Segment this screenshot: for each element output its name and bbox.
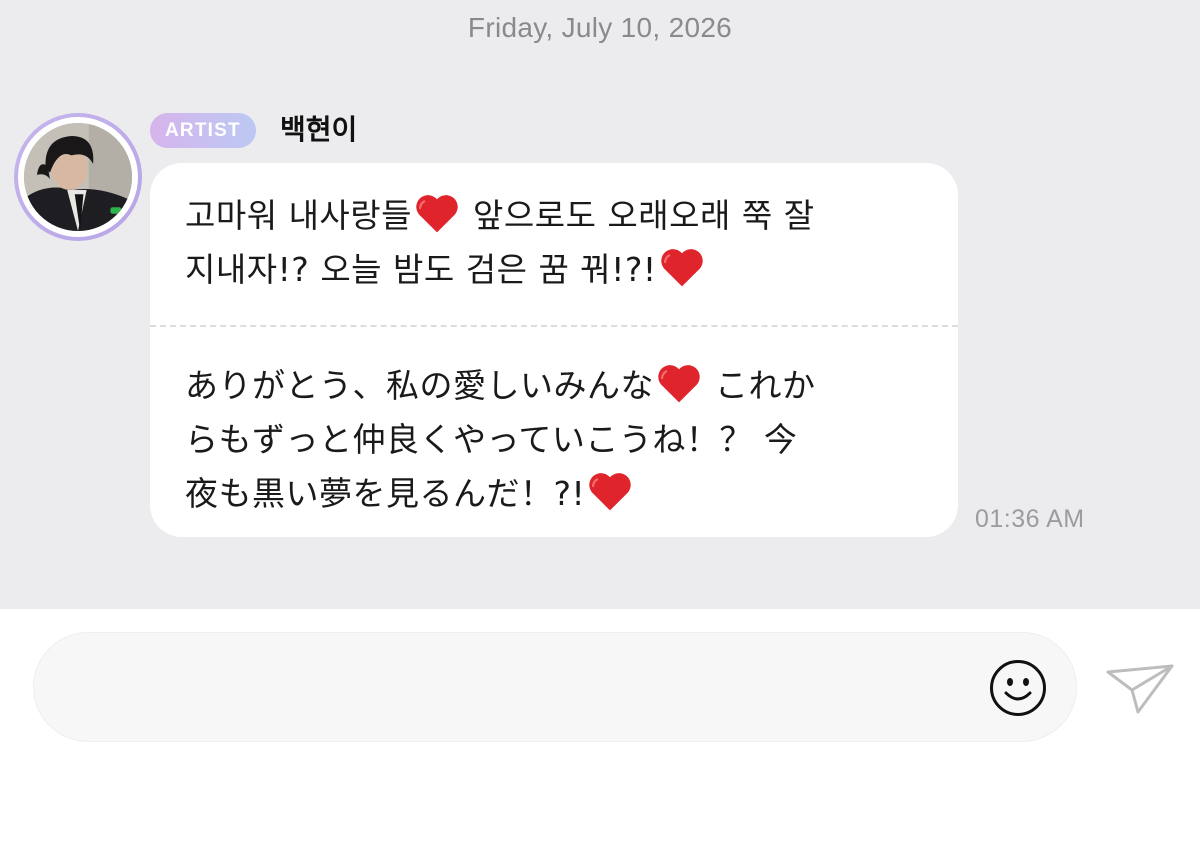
message-korean-text-3: 지내자!? 오늘 밤도 검은 꿈 꿔!?! — [185, 250, 657, 289]
sender-avatar[interactable] — [14, 113, 142, 241]
message-bubble[interactable]: 고마워 내사랑들 앞으로도 오래오래 쭉 잘 지내자!? 오늘 밤도 검은 꿈 … — [150, 163, 958, 537]
message-korean-text-2: 앞으로도 오래오래 쭉 잘 — [462, 196, 815, 235]
message-korean: 고마워 내사랑들 앞으로도 오래오래 쭉 잘 지내자!? 오늘 밤도 검은 꿈 … — [185, 189, 930, 297]
smiley-icon[interactable] — [989, 659, 1047, 717]
message-japanese-text-1: ありがとう、私の愛しいみんな — [185, 366, 654, 405]
heart-emoji-icon — [416, 195, 458, 233]
chat-area: Friday, July 10, 2026 ARTIST 백현이 고마워 내사랑… — [0, 0, 1200, 609]
heart-emoji-icon — [658, 365, 700, 403]
message-japanese-text-3: らもずっと仲良くやっていこうね！？ 今 — [185, 420, 798, 459]
sender-name[interactable]: 백현이 — [280, 112, 357, 148]
heart-emoji-icon — [660, 249, 703, 287]
message-composer — [33, 632, 1077, 742]
translation-divider — [150, 325, 958, 327]
message-japanese: ありがとう、私の愛しいみんな これか らもずっと仲良くやっていこうね！？ 今 夜… — [185, 359, 930, 521]
avatar-photo — [24, 123, 132, 231]
message-input[interactable] — [74, 663, 974, 713]
message-japanese-text-2: これか — [704, 366, 816, 405]
avatar-portrait-icon — [24, 123, 132, 231]
message-japanese-text-4: 夜も黒い夢を見るんだ！?! — [185, 474, 586, 513]
heart-emoji-icon — [589, 473, 631, 511]
message-korean-text-1: 고마워 내사랑들 — [185, 196, 413, 235]
date-separator: Friday, July 10, 2026 — [467, 12, 733, 43]
message-timestamp: 01:36 AM — [975, 505, 1085, 533]
artist-badge: ARTIST — [150, 113, 256, 148]
paper-plane-icon[interactable] — [1104, 660, 1176, 716]
